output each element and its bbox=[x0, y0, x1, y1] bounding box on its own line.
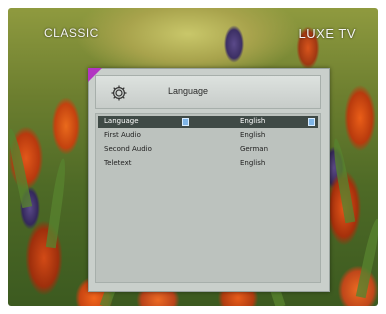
menu-item-second-audio[interactable]: Second Audio German bbox=[98, 144, 318, 156]
menu-header: Language bbox=[95, 75, 321, 109]
menu-list: Language English First Audio English Sec… bbox=[95, 113, 321, 283]
menu-item-first-audio[interactable]: First Audio English bbox=[98, 130, 318, 142]
gear-icon bbox=[111, 85, 127, 101]
language-menu: Language Language English First Audio En… bbox=[88, 68, 330, 292]
menu-item-label: First Audio bbox=[104, 131, 141, 139]
menu-item-value: English bbox=[240, 159, 266, 167]
menu-item-value: English bbox=[240, 117, 266, 125]
tv-screen: CLASSIC LUXE TV Language Language Englis… bbox=[8, 8, 378, 306]
background-leaf bbox=[355, 217, 378, 299]
menu-item-language[interactable]: Language English bbox=[98, 116, 318, 128]
menu-item-teletext[interactable]: Teletext English bbox=[98, 158, 318, 170]
channel-label-left: CLASSIC bbox=[44, 26, 99, 40]
menu-item-value: English bbox=[240, 131, 266, 139]
left-arrow-icon[interactable] bbox=[182, 118, 189, 126]
menu-title: Language bbox=[168, 86, 209, 96]
right-arrow-icon[interactable] bbox=[308, 118, 315, 126]
menu-item-label: Second Audio bbox=[104, 145, 152, 153]
menu-item-label: Language bbox=[104, 117, 139, 125]
menu-item-value: German bbox=[240, 145, 269, 153]
background-leaf bbox=[8, 127, 33, 209]
channel-label-right: LUXE TV bbox=[298, 26, 356, 41]
background-leaf bbox=[45, 157, 69, 249]
menu-item-label: Teletext bbox=[104, 159, 132, 167]
background-leaf bbox=[330, 137, 356, 224]
